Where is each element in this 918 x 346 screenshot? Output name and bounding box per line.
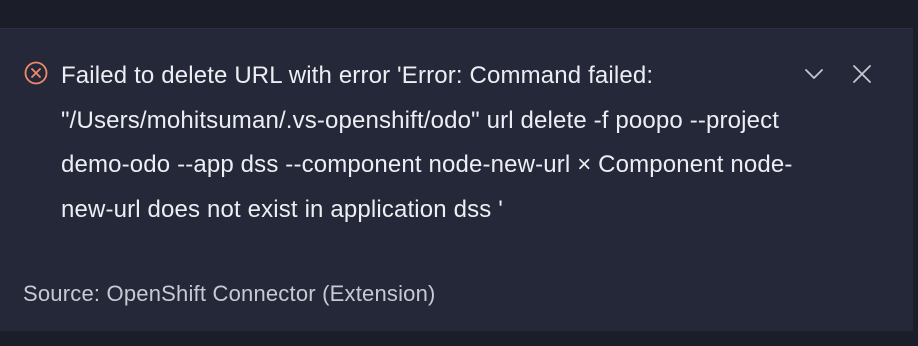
collapse-button[interactable] — [801, 61, 827, 87]
close-button[interactable] — [849, 61, 875, 87]
chevron-down-icon — [805, 69, 823, 79]
close-icon — [853, 65, 871, 83]
notification-message: Failed to delete URL with error 'Error: … — [61, 62, 793, 223]
notification-source: Source: OpenShift Connector (Extension) — [23, 281, 436, 306]
error-notification-toast: Failed to delete URL with error 'Error: … — [0, 28, 913, 331]
notification-actions — [801, 61, 875, 87]
error-icon — [24, 61, 48, 85]
